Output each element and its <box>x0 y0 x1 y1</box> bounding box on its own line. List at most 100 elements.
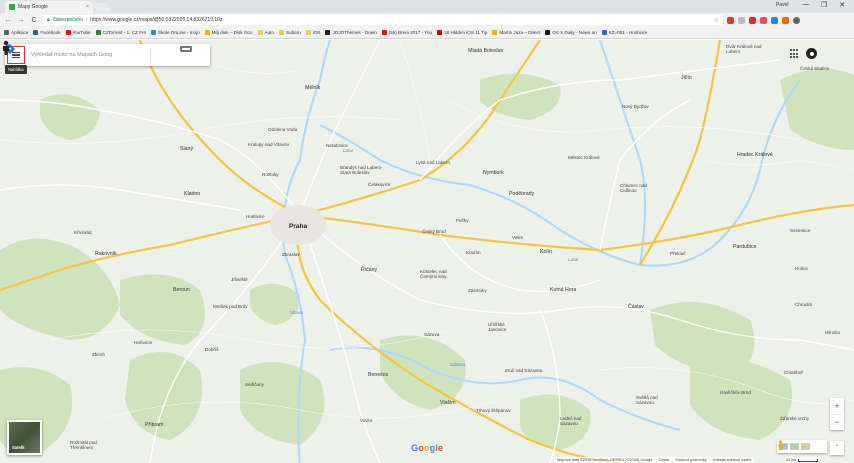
directions-button[interactable] <box>5 44 168 62</box>
pegman-icon[interactable] <box>0 40 12 55</box>
place-label[interactable]: Zruč nad Sázavou <box>505 368 542 373</box>
extension-icon[interactable] <box>749 16 756 24</box>
bookmark-item[interactable]: YouTube <box>65 30 91 35</box>
back-button[interactable]: ← <box>3 17 13 24</box>
place-label[interactable]: Hlinsko <box>825 330 840 335</box>
bookmark-item[interactable]: Škole OnLine - mojo <box>151 30 200 35</box>
map-data-attribution[interactable]: Mapová data ©2018 GeoBasis-DE/BKG (©2009… <box>557 457 653 463</box>
layers-button[interactable]: ▾ <box>180 45 208 57</box>
place-label[interactable]: Křivoklát <box>74 230 92 235</box>
place-label[interactable]: Jíloviště <box>231 277 248 282</box>
place-label[interactable]: Hostivice <box>246 214 265 219</box>
zoom-out-button[interactable]: − <box>830 414 844 430</box>
place-label[interactable]: Kralupy nad Vltavou <box>248 142 289 147</box>
place-label[interactable]: Pardubice <box>733 244 756 250</box>
place-label[interactable]: Odolena Voda <box>268 127 297 132</box>
search-input[interactable] <box>31 52 133 58</box>
country-link[interactable]: Česko <box>659 457 670 463</box>
place-label[interactable]: Votice <box>360 418 373 423</box>
bookmark-item[interactable]: Aplikace <box>4 30 28 35</box>
chrome-menu-icon[interactable] <box>793 16 800 24</box>
place-label[interactable]: Nový Bydžov <box>622 104 649 109</box>
place-label[interactable]: Slaný <box>180 146 193 152</box>
place-label[interactable]: Chotěboř <box>784 370 803 375</box>
bookmark-item[interactable]: iOS <box>305 30 320 35</box>
place-label[interactable]: Sázava <box>424 332 439 337</box>
place-label[interactable]: Brandýs nad Labem-Stará Boleslav <box>340 165 392 175</box>
place-label[interactable]: Beroun <box>173 287 190 293</box>
close-window-button[interactable]: ✕ <box>836 1 848 9</box>
imagery-thumbnail[interactable] <box>801 443 810 450</box>
place-label[interactable]: Sedlčany <box>245 382 264 387</box>
place-label[interactable]: Přelouč <box>670 251 686 256</box>
bookmark-item[interactable]: (55) Breia 2017 - You <box>381 30 432 35</box>
pegman-small-icon[interactable] <box>777 440 784 450</box>
bookmark-item[interactable]: Subaru <box>278 30 301 35</box>
place-label[interactable]: Havlíčkův Brod <box>720 390 751 395</box>
place-label[interactable]: Rožmitál pod Třemšínem <box>70 440 114 450</box>
bookmark-item[interactable]: Můj disk – Disk Goo <box>204 30 253 35</box>
place-label[interactable]: Velim <box>512 235 523 240</box>
place-label[interactable]: Mníšek pod Brdy <box>213 304 247 309</box>
place-label[interactable]: Česká Skalice <box>800 66 829 71</box>
bookmark-item[interactable]: CzTorrent - 1. CZ Fre <box>95 30 146 35</box>
bookmark-item[interactable]: Auto <box>257 30 274 35</box>
place-label[interactable]: Kostelec nad Černými lesy <box>420 269 464 279</box>
tab-close-icon[interactable]: × <box>86 4 89 10</box>
place-label[interactable]: Městec Králové <box>568 155 600 160</box>
bookmark-item[interactable]: OS X Daily - News an <box>545 30 597 35</box>
place-label[interactable]: Jičín <box>681 75 692 81</box>
bookmark-item[interactable]: Facebook <box>33 30 61 35</box>
place-label[interactable]: Mladá Boleslav <box>468 48 503 54</box>
place-label[interactable]: Pečky <box>456 218 469 223</box>
place-label[interactable]: Trhový Štěpánov <box>476 408 516 413</box>
place-label[interactable]: Nymburk <box>483 170 504 176</box>
scale-bar[interactable]: 10 km <box>784 457 821 463</box>
place-label[interactable]: Kladno <box>184 191 200 197</box>
search-button[interactable] <box>5 44 147 62</box>
bookmark-item[interactable]: KZ=001 - Hodnoce <box>601 30 647 35</box>
bookmark-item[interactable]: 28 Hidden iOS 11 Tip <box>437 30 487 35</box>
place-label[interactable]: Lysá nad Labem <box>416 160 450 165</box>
place-label[interactable]: Sezemice <box>790 228 810 233</box>
place-label[interactable]: Zbiroh <box>92 352 105 357</box>
minimize-button[interactable]: — <box>800 1 812 8</box>
place-label[interactable]: Čelákovice <box>368 182 390 187</box>
reload-button[interactable]: C <box>29 17 39 24</box>
place-label[interactable]: Chrudim <box>795 302 812 307</box>
extension-icon[interactable] <box>760 16 767 24</box>
profile-name[interactable]: Pavel <box>776 2 789 8</box>
place-label[interactable]: Žďárské vrchy <box>780 416 809 421</box>
compass-button[interactable]: ⌃ <box>830 441 844 455</box>
url-text[interactable]: https://www.google.cz/maps/@50.0322026,1… <box>90 17 222 23</box>
zoom-in-button[interactable]: + <box>830 398 844 414</box>
bookmark-item[interactable]: JOJOThemes - Down <box>325 30 377 35</box>
place-label[interactable]: Čáslav <box>628 304 644 310</box>
map-canvas[interactable]: Praha Kladno Mělník Mladá Boleslav Hrade… <box>0 40 854 463</box>
satellite-toggle-button[interactable]: Satelit <box>7 420 42 455</box>
place-label[interactable]: Kouřim <box>466 250 481 255</box>
place-label[interactable]: Poděbrady <box>509 191 534 197</box>
bookmark-star-icon[interactable]: ☆ <box>714 17 719 24</box>
place-label[interactable]: Kutná Hora <box>550 287 576 293</box>
place-label[interactable]: Praha <box>289 223 307 230</box>
tab-maps[interactable]: Mapy Google × <box>5 1 93 13</box>
address-bar[interactable]: 🔒︎ Zabezpečeno | https://www.google.cz/m… <box>43 15 723 25</box>
place-label[interactable]: Roztoky <box>262 172 279 177</box>
place-label[interactable]: Uhlířské Janovice <box>488 322 522 332</box>
imagery-thumbnail[interactable] <box>790 443 799 450</box>
new-tab-button[interactable] <box>93 3 111 12</box>
place-label[interactable]: Dvůr Králové nad Labem <box>726 44 776 54</box>
place-label[interactable]: Příbram <box>145 422 163 428</box>
terms-link[interactable]: Smluvní podmínky <box>675 457 706 463</box>
extension-icon[interactable] <box>727 16 734 24</box>
place-label[interactable]: Světlá nad Sázavou <box>636 395 670 405</box>
extension-icon[interactable] <box>782 16 789 24</box>
place-label[interactable]: Mělník <box>305 85 320 91</box>
place-label[interactable]: Hradec Králové <box>737 152 773 158</box>
extension-icon[interactable] <box>738 16 745 24</box>
forward-button[interactable]: → <box>16 17 26 24</box>
account-avatar[interactable] <box>806 48 817 59</box>
google-apps-icon[interactable] <box>790 49 800 59</box>
bookmark-item[interactable]: Martin Juza – Direct <box>492 30 540 35</box>
